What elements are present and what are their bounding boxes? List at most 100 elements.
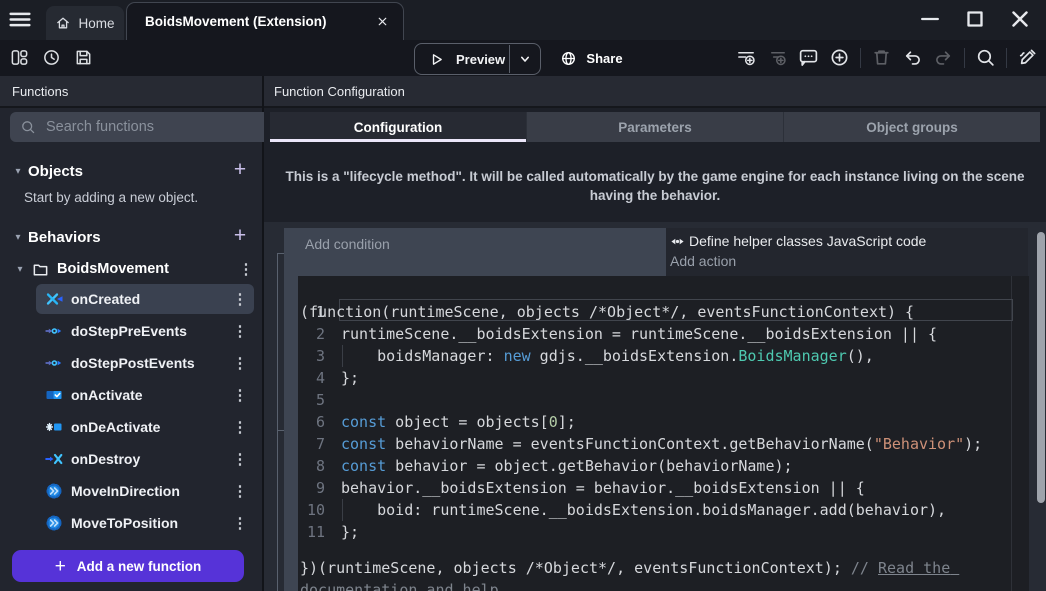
sidebar-item-MoveInDirection[interactable]: MoveInDirection⋮: [36, 476, 254, 506]
line-number: 3: [298, 345, 325, 367]
add-function-button[interactable]: + Add a new function: [12, 550, 244, 582]
item-menu-button[interactable]: ⋮: [232, 418, 248, 436]
line-number: 5: [298, 389, 325, 411]
code-footer-comment: //: [851, 559, 878, 577]
action-column[interactable]: Define helper classes JavaScript code Ad…: [666, 228, 1028, 276]
item-menu-button[interactable]: ⋮: [232, 514, 248, 532]
line-number: 2: [298, 323, 325, 345]
search-functions-input[interactable]: [44, 118, 262, 136]
sidebar-item-doStepPreEvents[interactable]: doStepPreEvents⋮: [36, 316, 254, 346]
item-menu-button[interactable]: ⋮: [232, 290, 248, 308]
code-text: };: [341, 521, 359, 543]
main-menu-icon[interactable]: [9, 12, 31, 27]
js-event-title[interactable]: Define helper classes JavaScript code: [670, 233, 1028, 249]
close-tab-icon[interactable]: [376, 15, 389, 28]
panels-icon[interactable]: [10, 48, 29, 67]
sidebar-item-onDeActivate[interactable]: onDeActivate⋮: [36, 412, 254, 442]
close-window-button[interactable]: [1007, 6, 1033, 32]
toolbar-right-icons: [736, 47, 1038, 68]
function-label: onCreated: [71, 291, 232, 307]
add-object-button[interactable]: +: [228, 159, 252, 183]
globe-icon: [560, 50, 577, 67]
code-line: 3 boidsManager: new gdjs.__boidsExtensio…: [298, 345, 1029, 367]
objects-empty-note: Start by adding a new object.: [24, 190, 198, 205]
tab-configuration[interactable]: Configuration: [270, 112, 527, 142]
edit-extension-icon[interactable]: [1017, 47, 1038, 68]
item-menu-button[interactable]: ⋮: [232, 482, 248, 500]
on-deactivate-icon: [45, 418, 63, 436]
event-bracket-line: [277, 253, 278, 591]
comment-icon[interactable]: [798, 47, 819, 68]
add-behavior-button[interactable]: +: [228, 225, 252, 249]
code-text: runtimeScene.__boidsExtension = runtimeS…: [341, 323, 937, 345]
sidebar-item-onActivate[interactable]: onActivate⋮: [36, 380, 254, 410]
tab-home[interactable]: Home: [46, 6, 124, 40]
search-functions-box[interactable]: [10, 112, 272, 142]
panel-title: Function Configuration: [264, 76, 1046, 108]
share-button[interactable]: Share: [546, 43, 637, 73]
behaviors-section-header[interactable]: ▾ Behaviors +: [0, 224, 262, 250]
undo-icon[interactable]: [902, 47, 923, 68]
objects-section-header[interactable]: ▾ Objects +: [0, 158, 262, 184]
item-menu-button[interactable]: ⋮: [232, 386, 248, 404]
behavior-group-boidsmovement[interactable]: ▾ BoidsMovement ⋮: [14, 256, 254, 282]
share-label: Share: [586, 51, 622, 66]
item-menu-button[interactable]: ⋮: [232, 450, 248, 468]
add-condition-cell[interactable]: Add condition: [298, 228, 666, 276]
lifecycle-description: This is a "lifecycle method". It will be…: [282, 167, 1028, 205]
code-line: 7const behaviorName = eventsFunctionCont…: [298, 433, 1029, 455]
js-code-editor[interactable]: (function(runtimeScene, objects /*Object…: [298, 276, 1029, 591]
toolbar: Preview Share: [0, 40, 1046, 76]
sidebar-item-doStepPostEvents[interactable]: doStepPostEvents⋮: [36, 348, 254, 378]
sidebar-item-MoveToPosition[interactable]: MoveToPosition⋮: [36, 508, 254, 538]
caret-down-icon: ▾: [12, 232, 24, 243]
events-scrollbar[interactable]: [1037, 232, 1045, 503]
event-drag-column[interactable]: [284, 228, 298, 591]
code-text: const behavior = object.getBehavior(beha…: [341, 455, 793, 477]
gear-move-icon: [45, 482, 63, 500]
line-number: 6: [298, 411, 325, 433]
add-circle-icon[interactable]: [829, 47, 850, 68]
chevron-down-icon[interactable]: [517, 51, 533, 67]
maximize-button[interactable]: [962, 6, 988, 32]
search-icon: [20, 119, 36, 135]
tab-parameters[interactable]: Parameters: [527, 112, 784, 142]
add-function-label: Add a new function: [77, 559, 202, 574]
item-menu-button[interactable]: ⋮: [232, 354, 248, 372]
tab-extension-label: BoidsMovement (Extension): [145, 14, 364, 29]
tab-home-label: Home: [78, 16, 114, 31]
toolbar-divider: [860, 48, 861, 68]
configuration-tabs: ConfigurationParametersObject groups: [270, 112, 1040, 142]
code-text: };: [341, 367, 359, 389]
code-text: boid: runtimeScene.__boidsExtension.boid…: [341, 499, 946, 521]
code-footer-text: })(runtimeScene, objects /*Object*/, eve…: [300, 559, 851, 577]
js-code-event-icon: [670, 234, 685, 249]
code-line: 8const behavior = object.getBehavior(beh…: [298, 455, 1029, 477]
code-text: boidsManager: new gdjs.__boidsExtension.…: [341, 345, 874, 367]
tab-object-groups[interactable]: Object groups: [784, 112, 1040, 142]
function-label: onActivate: [71, 387, 232, 403]
function-label: doStepPreEvents: [71, 323, 232, 339]
minimize-button[interactable]: [917, 6, 943, 32]
functions-sidebar: Functions ▾ Objects + Start by adding a …: [0, 76, 264, 591]
caret-down-icon: ▾: [12, 166, 24, 177]
add-event-icon[interactable]: [736, 47, 757, 68]
line-number: 9: [298, 477, 325, 499]
history-icon[interactable]: [42, 48, 61, 67]
events-sheet: Add condition Define helper classes Java…: [264, 222, 1046, 591]
line-number: 11: [298, 521, 325, 543]
sidebar-item-onCreated[interactable]: onCreated⋮: [36, 284, 254, 314]
search-icon[interactable]: [975, 47, 996, 68]
save-icon[interactable]: [74, 48, 93, 67]
tab-extension[interactable]: BoidsMovement (Extension): [126, 2, 404, 40]
preview-button[interactable]: Preview: [414, 43, 541, 75]
behaviors-section-label: Behaviors: [28, 229, 228, 246]
add-action-label[interactable]: Add action: [670, 253, 1028, 269]
code-line: 1: [298, 301, 1029, 323]
item-menu-button[interactable]: ⋮: [232, 322, 248, 340]
code-line: 6const object = objects[0];: [298, 411, 1029, 433]
sidebar-item-onDestroy[interactable]: onDestroy⋮: [36, 444, 254, 474]
group-menu-button[interactable]: ⋮: [238, 260, 254, 278]
redo-icon: [933, 47, 954, 68]
step-arrows-icon: [45, 354, 63, 372]
